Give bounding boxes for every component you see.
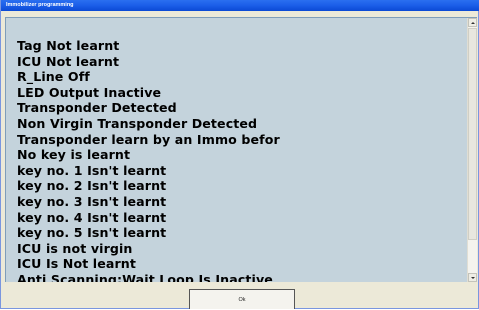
- scroll-thumb[interactable]: [468, 28, 477, 240]
- list-item: ICU Is Not learnt: [17, 256, 136, 272]
- scroll-down-button[interactable]: [468, 273, 477, 282]
- list-item: Tag Not learnt: [17, 38, 120, 53]
- list-item: key no. 3 Isn't learnt: [17, 193, 167, 209]
- scroll-up-button[interactable]: [468, 18, 477, 27]
- list-item: ICU is not virgin: [17, 240, 133, 256]
- ok-button[interactable]: Ok: [189, 289, 295, 309]
- immobilizer-dialog: Immobilizer programming Tag Not learnt I…: [0, 0, 479, 309]
- status-list: Tag Not learnt ICU Not learnt R_Line Off…: [17, 38, 280, 282]
- list-item: Transponder Detected: [17, 100, 177, 116]
- list-item: Transponder learn by an Immo befor: [17, 131, 280, 147]
- list-item: No key is learnt: [17, 147, 131, 163]
- list-item: LED Output Inactive: [17, 84, 162, 100]
- list-item: key no. 2 Isn't learnt: [17, 178, 167, 194]
- list-item: key no. 1 Isn't learnt: [17, 162, 167, 178]
- list-item: key no. 4 Isn't learnt: [17, 209, 167, 225]
- list-item: key no. 5 Isn't learnt: [17, 225, 167, 241]
- title-bar[interactable]: Immobilizer programming: [1, 0, 479, 11]
- arrow-up-icon: [471, 22, 475, 24]
- window-title: Immobilizer programming: [6, 2, 74, 8]
- list-item: Anti Scanning:Wait Loop Is Inactive: [17, 271, 273, 282]
- arrow-down-icon: [471, 277, 475, 279]
- vertical-scrollbar[interactable]: [467, 18, 477, 282]
- status-list-box[interactable]: Tag Not learnt ICU Not learnt R_Line Off…: [5, 17, 477, 282]
- list-item: R_Line Off: [17, 69, 90, 85]
- list-item: ICU Not learnt: [17, 53, 120, 69]
- list-item: Non Virgin Transponder Detected: [17, 115, 258, 131]
